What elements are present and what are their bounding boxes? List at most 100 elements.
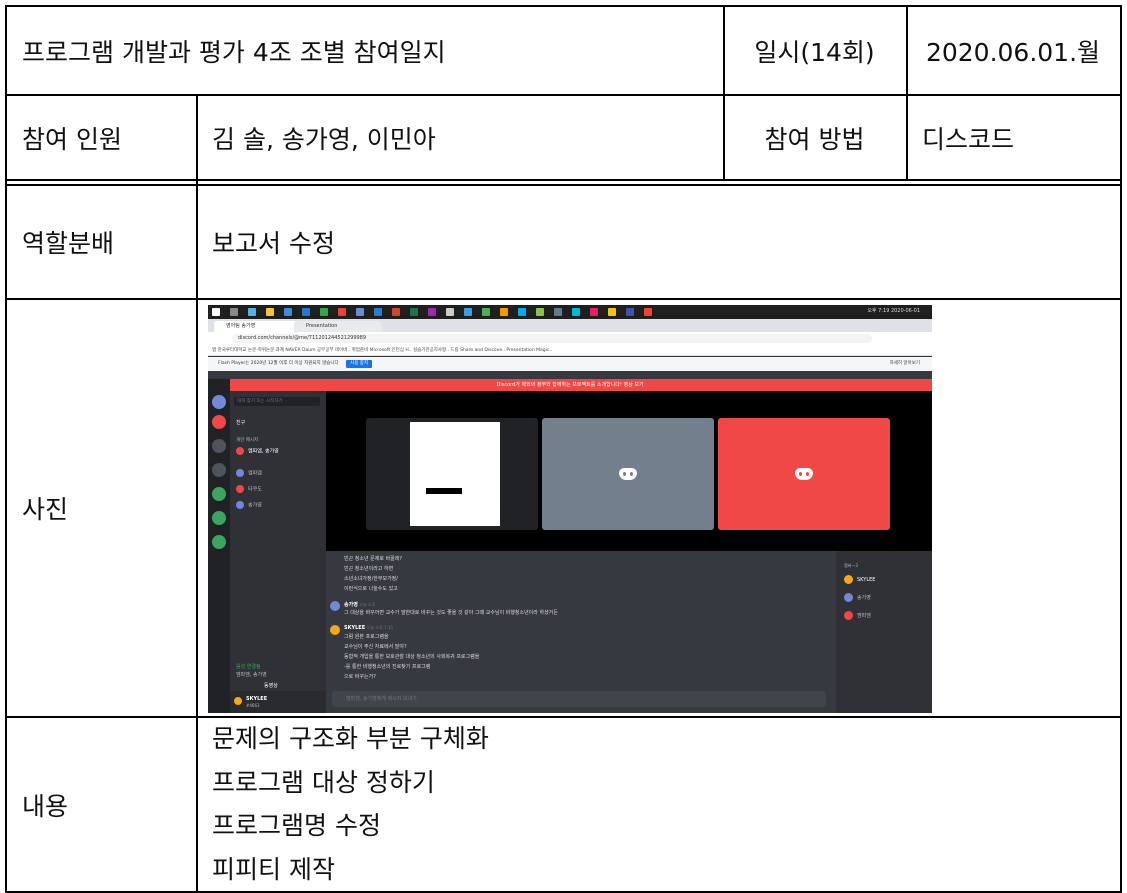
dm-item[interactable]: 송가영 <box>236 501 262 509</box>
chat-author: SKYLEE 오늘 오후 7:15 <box>344 625 393 631</box>
table-left-border <box>5 5 7 893</box>
flash-disable-button[interactable]: 사용 중지 <box>346 360 373 368</box>
discord-logo-icon <box>795 468 813 480</box>
avatar <box>236 447 244 455</box>
screen-share-tile[interactable] <box>366 418 538 530</box>
flash-notice-text: Flash Player는 2020년 12월 이후 더 이상 지원되지 않습니… <box>218 361 339 366</box>
date-value: 2020.06.01.월 <box>925 37 1101 67</box>
avatar <box>236 485 244 493</box>
discord-icon <box>356 308 364 316</box>
folder-icon <box>266 308 274 316</box>
chat-line: 교수님이 주신 자료에서 말야? <box>344 644 407 650</box>
friends-item[interactable]: 친구 <box>236 419 245 426</box>
browser-tab-bar: 영어팀 송가영 Presentation <box>208 319 932 332</box>
excel-icon <box>410 308 418 316</box>
photo-label: 사진 <box>22 495 69 524</box>
app-icon <box>536 308 544 316</box>
method-value: 디스코드 <box>922 124 1015 154</box>
home-icon[interactable] <box>212 395 226 409</box>
label-column-divider <box>196 94 198 893</box>
server-icon[interactable] <box>212 439 226 453</box>
app-icon <box>482 308 490 316</box>
content-label: 내용 <box>22 791 69 821</box>
voice-status: 음성 연결됨 <box>236 664 261 670</box>
dm-item[interactable]: 타쿠도 <box>236 485 262 493</box>
member-item[interactable]: SKYLEE <box>844 575 875 584</box>
avatar <box>844 611 853 620</box>
content-item: 피피티 제작 <box>212 854 335 884</box>
search-icon <box>230 308 238 316</box>
discord-screenshot: 오후 7:19 2020-06-01 영어팀 송가영 Presentation … <box>208 305 932 713</box>
avatar <box>844 575 853 584</box>
discord-logo-icon <box>619 468 637 480</box>
log-title: 프로그램 개발과 평가 4조 조별 참여일지 <box>22 37 446 67</box>
chrome-icon <box>338 308 346 316</box>
dm-item[interactable]: 엠파엠, 송가영 <box>236 447 279 455</box>
roles-label: 역할분배 <box>22 229 115 258</box>
avatar <box>236 469 244 477</box>
table-right-border <box>1120 5 1122 893</box>
video-button[interactable]: 동영상 <box>264 682 278 689</box>
participant-tile[interactable] <box>542 418 714 530</box>
browser-tab[interactable]: 영어팀 송가영 <box>214 321 302 332</box>
app-icon <box>572 308 580 316</box>
chat-line: -를 통한 비행청소년의 진로찾기 프로그램 <box>344 664 431 670</box>
roles-value: 보고서 수정 <box>212 229 335 258</box>
server-list <box>208 379 230 713</box>
url-field[interactable]: discord.com/channels/@me/711201244521299… <box>232 334 872 343</box>
message-input[interactable]: 엠파엠, 송가영에게 메시지 보내기 <box>332 691 826 707</box>
method-label: 참여 방법 <box>764 124 865 154</box>
download-icon[interactable] <box>212 535 226 549</box>
chat-line: 그 대상을 바꾸어면 교수가 말한대로 바꾸는 것도 좋을 것 같아 그때 교수… <box>344 610 558 616</box>
explore-icon[interactable] <box>212 511 226 525</box>
chat-line: 그럼 원본 프로그램을 <box>344 634 389 640</box>
chat-line: 빈곤 청소년이라고 하면 <box>344 566 394 572</box>
dm-item[interactable]: 엠파엠 <box>236 469 262 477</box>
dm-search-input[interactable]: 대화 찾기 또는 시작하기 <box>234 397 320 406</box>
avatar <box>330 601 340 611</box>
server-icon[interactable] <box>212 415 226 429</box>
app-icon <box>248 308 256 316</box>
app-icon <box>446 308 454 316</box>
avatar <box>330 625 340 635</box>
voice-channel: 엠파엠, 송가영 <box>236 672 267 678</box>
participant-tile[interactable] <box>718 418 890 530</box>
app-icon <box>500 308 508 316</box>
app-icon <box>608 308 616 316</box>
windows-taskbar: 오후 7:19 2020-06-01 <box>208 305 932 319</box>
self-username: SKYLEE <box>246 696 268 702</box>
member-item[interactable]: 송가영 <box>844 593 871 602</box>
row-divider-double-bottom <box>5 184 1122 186</box>
row-divider <box>5 716 1122 718</box>
chat-line: 이런식으로 나눌수도 있고 <box>344 586 398 592</box>
member-item[interactable]: 엠파엠 <box>844 611 871 620</box>
row-divider-double-top <box>5 179 1122 181</box>
chat-author: 송가영 오늘 오후 <box>344 602 376 608</box>
app-icon <box>644 308 652 316</box>
chat-line: 소년소녀가정/한부모가정/ <box>344 576 398 582</box>
self-tag: #4663 <box>246 703 260 708</box>
avatar <box>844 593 853 602</box>
dm-header: 개인 메시지 <box>236 438 259 443</box>
app-icon <box>626 308 634 316</box>
bookmarks-bar: 앱 한국루터대학교 논문·학위논문 과제 NAVER Daum 공부공부 네이버… <box>208 345 932 356</box>
app-icon <box>320 308 328 316</box>
server-icon[interactable] <box>212 463 226 477</box>
document-block <box>426 488 462 494</box>
browser-address-bar: discord.com/channels/@me/711201244521299… <box>208 332 932 345</box>
taskbar-clock: 오후 7:19 2020-06-01 <box>867 308 920 314</box>
content-item: 프로그램 대상 정하기 <box>212 767 435 797</box>
content-list: 문제의 구조화 부분 구체화 프로그램 대상 정하기 프로그램명 수정 피피티 … <box>212 717 489 891</box>
chat-line: 으로 바꾸는거? <box>344 674 376 680</box>
member-list: 멤버—3 SKYLEE 송가영 엠파엠 <box>836 551 932 713</box>
flash-notice-bar: Flash Player는 2020년 12월 이후 더 이상 지원되지 않습니… <box>208 357 932 371</box>
powerpoint-icon <box>392 308 400 316</box>
flash-learn-more-link[interactable]: 자세히 알아보기 <box>890 357 920 371</box>
add-server-icon[interactable] <box>212 487 226 501</box>
app-icon <box>518 308 526 316</box>
shared-document-thumbnail <box>410 422 500 526</box>
app-icon <box>464 308 472 316</box>
browser-tab[interactable]: Presentation <box>294 321 382 332</box>
member-header: 멤버—3 <box>844 563 858 568</box>
avatar <box>234 697 242 705</box>
